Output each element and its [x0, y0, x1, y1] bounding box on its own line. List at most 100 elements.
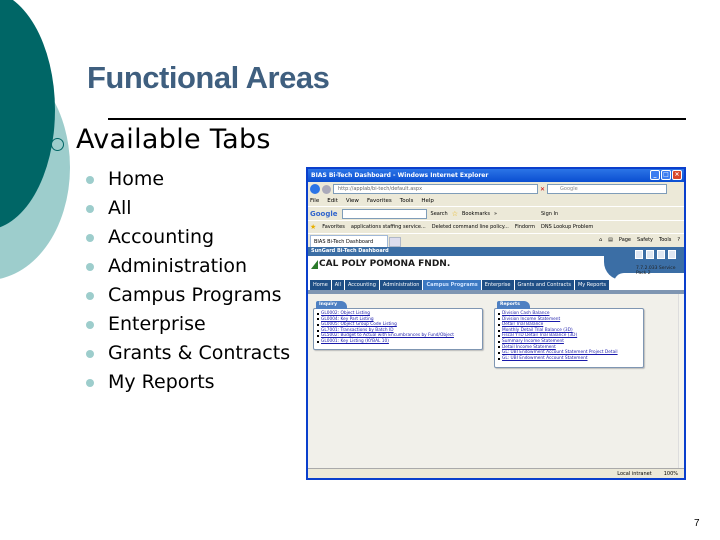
favorite-link[interactable]: applications staffing service... [351, 224, 426, 230]
window-titlebar: BIAS Bi-Tech Dashboard - Windows Interne… [308, 169, 684, 182]
menu-view[interactable]: View [346, 198, 359, 204]
bullet-dot-icon [86, 204, 94, 213]
bookmarks-button[interactable]: Bookmarks [462, 211, 490, 217]
reports-portlet: Reports Division Cash Balance Division I… [494, 301, 644, 368]
favorites-button[interactable]: Favorites [322, 224, 345, 230]
list-item: Enterprise [86, 309, 290, 338]
favorite-link[interactable]: DNS Lookup Problem [541, 224, 593, 230]
tab-name: My Reports [108, 370, 215, 393]
more-chevron-icon[interactable]: » [494, 211, 497, 217]
menu-help[interactable]: Help [421, 198, 434, 204]
window-title: BIAS Bi-Tech Dashboard - Windows Interne… [311, 172, 489, 179]
reports-portlet-title: Reports [497, 301, 530, 309]
tab-list: Home All Accounting Administration Campu… [86, 164, 290, 396]
menu-bar: File Edit View Favorites Tools Help [308, 196, 684, 206]
dashboard-icons [635, 250, 676, 259]
minimize-icon[interactable]: _ [650, 170, 660, 180]
address-row: http://applab/bi-tech/default.aspx ✕ Goo… [308, 182, 684, 196]
safety-menu[interactable]: Safety [637, 237, 653, 243]
list-item: Grants & Contracts [86, 338, 290, 367]
browser-tab-row: BIAS Bi-Tech Dashboard ⌂ ▤ Page Safety T… [308, 233, 684, 247]
menu-favorites[interactable]: Favorites [367, 198, 392, 204]
grid-icon[interactable] [635, 250, 643, 259]
bullet-dot-icon [86, 291, 94, 300]
dash-tab-home[interactable]: Home [310, 280, 332, 290]
address-bar[interactable]: http://applab/bi-tech/default.aspx [333, 184, 538, 194]
help-icon[interactable]: ? [677, 237, 680, 243]
signin-button[interactable]: Sign In [541, 211, 558, 217]
menu-file[interactable]: File [310, 198, 319, 204]
favorites-bar: ★ Favorites applications staffing servic… [308, 220, 684, 233]
list-item: Home [86, 164, 290, 193]
tools-menu[interactable]: Tools [659, 237, 671, 243]
dash-tab-administration[interactable]: Administration [379, 280, 424, 290]
dash-tab-my-reports[interactable]: My Reports [574, 280, 610, 290]
bullet-dot-icon [86, 320, 94, 329]
dash-tab-accounting[interactable]: Accounting [344, 280, 380, 290]
print-icon[interactable]: ▤ [608, 237, 613, 243]
list-item: All [86, 193, 290, 222]
list-item: Campus Programs [86, 280, 290, 309]
status-bar: Local intranet 100% [308, 468, 684, 478]
version-text: 7.7.2.033 Service Pack 2 [636, 266, 676, 276]
google-search-input[interactable] [341, 208, 427, 219]
bullet-dot-icon [86, 262, 94, 271]
google-search-button[interactable]: Search [431, 211, 448, 217]
inquiry-portlet: Inquiry GL0002: Object Listing GL0004: K… [313, 301, 483, 350]
logo-triangle-icon [311, 259, 318, 269]
dash-tab-campus-programs[interactable]: Campus Programs [423, 280, 482, 290]
close-icon[interactable]: × [672, 170, 682, 180]
brand-name: CAL POLY POMONA FNDN. [319, 259, 451, 269]
tab-name: Enterprise [108, 312, 206, 335]
page-menu[interactable]: Page [619, 237, 631, 243]
search-input[interactable]: Google [547, 184, 668, 194]
dashboard-brand-area: CAL POLY POMONA FNDN. 7.7.2.033 Service … [308, 247, 684, 289]
report-link[interactable]: GL: UBI Endowment Account Statement [502, 356, 588, 362]
tab-name: Administration [108, 254, 248, 277]
dashboard-body: Inquiry GL0002: Object Listing GL0004: K… [308, 294, 684, 469]
favorite-link[interactable]: Deleted command line policy... [432, 224, 509, 230]
dash-tab-grants[interactable]: Grants and Contracts [514, 280, 575, 290]
bullet-dot-icon [86, 349, 94, 358]
new-tab-button[interactable] [389, 237, 401, 247]
menu-edit[interactable]: Edit [327, 198, 338, 204]
tab-name: Accounting [108, 225, 215, 248]
tab-name: All [108, 196, 132, 219]
list-item: Administration [86, 251, 290, 280]
dash-tab-all[interactable]: All [331, 280, 345, 290]
inquiry-portlet-title: Inquiry [316, 301, 347, 309]
google-logo: Google [310, 209, 338, 218]
zoom-level[interactable]: 100% [664, 471, 678, 477]
home-icon[interactable]: ⌂ [599, 237, 602, 243]
dash-tab-enterprise[interactable]: Enterprise [481, 280, 515, 290]
menu-tools[interactable]: Tools [400, 198, 414, 204]
stop-icon[interactable]: ✕ [540, 186, 545, 193]
tab-name: Campus Programs [108, 283, 282, 306]
browser-screenshot: BIAS Bi-Tech Dashboard - Windows Interne… [306, 167, 686, 480]
bullet-dot-icon [86, 378, 94, 387]
inquiry-item: GL0001: Key Listing (KYBAL 10) [317, 339, 480, 345]
section-heading: Available Tabs [76, 124, 271, 155]
forward-icon[interactable] [322, 184, 331, 194]
back-icon[interactable] [310, 184, 320, 194]
tab-name: Home [108, 167, 165, 190]
tab-name: Grants & Contracts [108, 341, 291, 364]
list-item: My Reports [86, 367, 290, 396]
browser-tab-active[interactable]: BIAS Bi-Tech Dashboard [310, 235, 388, 247]
report-item: GL: UBI Endowment Account Statement [498, 356, 641, 362]
help-icon[interactable] [668, 250, 676, 259]
bullet-circle-icon [51, 138, 64, 151]
page-number: 7 [694, 518, 700, 529]
vertical-scrollbar[interactable] [678, 294, 684, 469]
google-toolbar: Google Search ☆ Bookmarks » Sign In [308, 206, 684, 220]
user-icon[interactable] [657, 250, 665, 259]
zone-status: Local intranet [617, 470, 652, 477]
favorite-link[interactable]: Findorm [515, 224, 535, 230]
inquiry-link[interactable]: GL0001: Key Listing (KYBAL 10) [321, 339, 389, 345]
window-controls: _ □ × [650, 170, 682, 180]
command-bar: ⌂ ▤ Page Safety Tools ? [599, 237, 680, 243]
maximize-icon[interactable]: □ [661, 170, 671, 180]
save-icon[interactable] [646, 250, 654, 259]
list-item: Accounting [86, 222, 290, 251]
favorites-star-icon: ★ [310, 223, 317, 231]
